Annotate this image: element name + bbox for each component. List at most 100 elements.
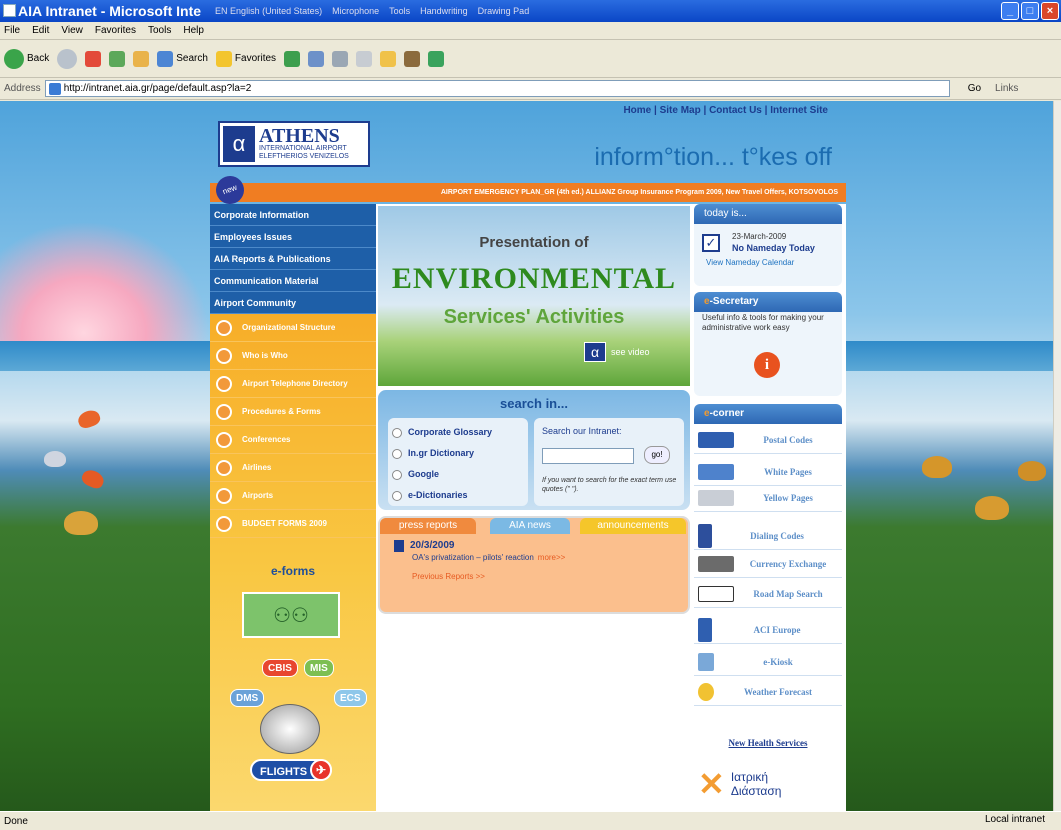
close-button[interactable]: × xyxy=(1041,2,1059,20)
folder-button[interactable] xyxy=(380,50,397,67)
intranet-page: Home | Site Map | Contact Us | Internet … xyxy=(210,101,846,811)
previous-reports-link[interactable]: Previous Reports >> xyxy=(412,572,485,581)
sub-nav: Organizational Structure Who is Who Airp… xyxy=(210,314,376,538)
nav-organizational-structure[interactable]: Organizational Structure xyxy=(210,314,376,342)
news-date: 20/3/2009 xyxy=(410,540,455,551)
link-white-pages[interactable]: White Pages xyxy=(694,458,842,486)
health-services-link[interactable]: New Health Services xyxy=(694,738,842,748)
menu-favorites[interactable]: Favorites xyxy=(95,25,136,36)
nav-reports-publications[interactable]: AIA Reports & Publications xyxy=(210,248,376,270)
edit-icon xyxy=(356,50,373,67)
links-button[interactable]: Links xyxy=(995,83,1018,94)
nav-corporate-information[interactable]: Corporate Information xyxy=(210,204,376,226)
tagline: inform°tion... t°kes off xyxy=(594,143,832,171)
back-button[interactable]: Back xyxy=(4,48,49,69)
tab-press-reports[interactable]: press reports xyxy=(380,518,476,534)
stop-button[interactable] xyxy=(85,50,102,67)
refresh-button[interactable] xyxy=(109,50,126,67)
history-button[interactable] xyxy=(284,50,301,67)
vertical-scrollbar[interactable] xyxy=(1053,101,1061,811)
nav-employees-issues[interactable]: Employees Issues xyxy=(210,226,376,248)
menu-edit[interactable]: Edit xyxy=(32,25,49,36)
search-input[interactable] xyxy=(542,448,634,464)
nav-who-is-who[interactable]: Who is Who xyxy=(210,342,376,370)
link-yellow-pages[interactable]: Yellow Pages xyxy=(694,484,842,512)
nav-airport-community[interactable]: Airport Community xyxy=(210,292,376,314)
nav-airlines[interactable]: Airlines xyxy=(210,454,376,482)
currency-logo-icon xyxy=(698,555,734,572)
nav-airports[interactable]: Airports xyxy=(210,482,376,510)
logo-line2: ELEFTHERIOS VENIZELOS xyxy=(259,153,349,160)
nav-communication-material[interactable]: Communication Material xyxy=(210,270,376,292)
nav-procedures-forms[interactable]: Procedures & Forms xyxy=(210,398,376,426)
link-road-map-search[interactable]: Road Map Search xyxy=(694,580,842,608)
postal-logo-icon xyxy=(698,431,734,448)
iatriki-diastasi-logo[interactable]: ✕ Ιατρική Διάσταση xyxy=(698,762,838,806)
bullet-icon xyxy=(216,375,232,392)
option-google[interactable]: Google xyxy=(392,464,524,485)
menu-view[interactable]: View xyxy=(61,25,83,36)
flights-button[interactable]: FLIGHTS ✈ xyxy=(250,759,332,781)
link-currency-exchange[interactable]: Currency Exchange xyxy=(694,550,842,578)
messenger-button[interactable] xyxy=(428,50,445,67)
link-postal-codes[interactable]: Postal Codes xyxy=(694,426,842,454)
link-e-kiosk[interactable]: e-Kiosk xyxy=(694,648,842,676)
edit-button[interactable] xyxy=(356,50,373,67)
option-ingr-dictionary[interactable]: In.gr Dictionary xyxy=(392,443,524,464)
see-video-link[interactable]: α see video xyxy=(584,342,650,362)
maximize-button[interactable]: □ xyxy=(1021,2,1039,20)
aia-logo-icon: α xyxy=(584,342,606,362)
handwriting-item[interactable]: Handwriting xyxy=(420,6,468,16)
menu-help[interactable]: Help xyxy=(183,25,204,36)
favorites-button[interactable]: Favorites xyxy=(215,50,276,67)
nameday-calendar-link[interactable]: View Nameday Calendar xyxy=(706,258,794,267)
option-corporate-glossary[interactable]: Corporate Glossary xyxy=(392,422,524,443)
link-weather-forecast[interactable]: Weather Forecast xyxy=(694,678,842,706)
research-button[interactable] xyxy=(404,50,421,67)
option-e-dictionaries[interactable]: e-Dictionaries xyxy=(392,485,524,506)
address-input[interactable]: http://intranet.aia.gr/page/default.asp?… xyxy=(44,80,950,97)
language-item[interactable]: EN English (United States) xyxy=(215,6,322,16)
aia-logo-icon: α xyxy=(223,126,255,162)
dms-button[interactable]: DMS xyxy=(230,689,265,707)
nav-telephone-directory[interactable]: Airport Telephone Directory xyxy=(210,370,376,398)
top-links[interactable]: Home | Site Map | Contact Us | Internet … xyxy=(623,105,828,116)
link-dialing-codes[interactable]: Dialing Codes xyxy=(694,522,842,550)
info-icon[interactable]: i xyxy=(754,352,780,378)
back-arrow-icon xyxy=(4,48,24,69)
intranet-search: Search our Intranet: go! If you want to … xyxy=(534,418,684,506)
white-pages-logo-icon xyxy=(698,463,734,480)
home-button[interactable] xyxy=(133,50,150,67)
cbis-button[interactable]: CBIS xyxy=(262,659,298,677)
star-icon xyxy=(215,50,232,67)
environmental-banner[interactable]: Presentation of ENVIRONMENTAL Services' … xyxy=(378,206,690,386)
drawing-pad-item[interactable]: Drawing Pad xyxy=(478,6,530,16)
search-go-button[interactable]: go! xyxy=(644,446,670,464)
book-icon xyxy=(404,50,421,67)
tab-announcements[interactable]: announcements xyxy=(580,518,686,534)
microphone-item[interactable]: Microphone xyxy=(332,6,379,16)
eforms-people-icon[interactable]: ⚇⚇ xyxy=(242,592,340,638)
link-aci-europe[interactable]: ACI Europe xyxy=(694,616,842,644)
forward-button[interactable] xyxy=(57,48,78,69)
mis-button[interactable]: MIS xyxy=(304,659,334,677)
menu-file[interactable]: File xyxy=(4,25,20,36)
phone-icon xyxy=(698,523,712,548)
tools-item[interactable]: Tools xyxy=(389,6,410,16)
nav-budget-forms[interactable]: BUDGET FORMS 2009 xyxy=(210,510,376,538)
print-button[interactable] xyxy=(332,50,349,67)
news-item[interactable]: OA's privatization – pilots' reaction mor… xyxy=(412,553,565,562)
ecs-button[interactable]: ECS xyxy=(334,689,367,707)
go-button[interactable]: Go xyxy=(968,83,981,94)
menu-tools[interactable]: Tools xyxy=(148,25,171,36)
nav-conferences[interactable]: Conferences xyxy=(210,426,376,454)
search-button[interactable]: Search xyxy=(157,50,208,67)
mail-button[interactable] xyxy=(308,50,325,67)
language-bar: EN English (United States) Microphone To… xyxy=(215,6,529,16)
aia-logo[interactable]: α ATHENS INTERNATIONAL AIRPORT ELEFTHERI… xyxy=(218,121,370,167)
more-link[interactable]: more>> xyxy=(538,553,566,562)
news-ticker[interactable]: AIRPORT EMERGENCY PLAN_GR (4th ed.) ALLI… xyxy=(210,183,846,202)
tab-aia-news[interactable]: AIA news xyxy=(490,518,570,534)
new-badge: new xyxy=(212,172,248,208)
minimize-button[interactable]: _ xyxy=(1001,2,1019,20)
